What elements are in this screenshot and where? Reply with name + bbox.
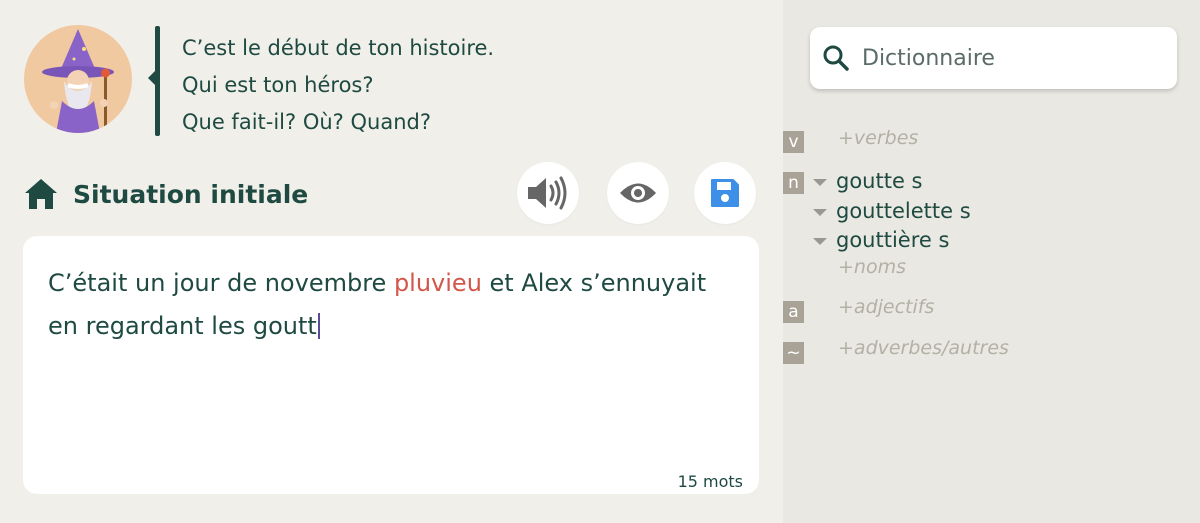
expand-caret-icon[interactable] xyxy=(813,208,827,216)
story-prompt: C’est le début de ton histoire. Qui est … xyxy=(182,30,494,141)
speech-bubble-pointer xyxy=(148,69,157,87)
wizard-avatar xyxy=(24,25,132,133)
expand-caret-icon[interactable] xyxy=(813,237,827,245)
category-badge-verbs: v xyxy=(783,131,804,153)
word-count: 15 mots xyxy=(677,472,743,491)
home-icon xyxy=(25,179,57,209)
dictionary-search[interactable] xyxy=(810,27,1177,89)
section-title: Situation initiale xyxy=(73,179,309,209)
prompt-line: Qui est ton héros? xyxy=(182,73,374,97)
story-text[interactable]: C’était un jour de novembre pluvieu et A… xyxy=(48,262,738,348)
misspelled-word[interactable]: pluvieu xyxy=(394,269,482,297)
speaker-icon xyxy=(528,176,567,210)
preview-button[interactable] xyxy=(607,162,669,224)
section-header: Situation initiale xyxy=(23,174,308,214)
prompt-line: C’est le début de ton histoire. xyxy=(182,36,495,60)
story-editor[interactable]: C’était un jour de novembre pluvieu et A… xyxy=(23,236,759,494)
dictionary-search-input[interactable] xyxy=(862,45,1162,71)
more-adverbs-link[interactable]: +adverbes/autres xyxy=(838,337,1009,359)
dictionary-word[interactable]: gouttière s xyxy=(813,227,949,253)
category-badge-adjectives: a xyxy=(783,301,804,323)
search-icon xyxy=(823,45,849,71)
dictionary-word-label: goutte s xyxy=(836,169,923,193)
story-text-before: C’était un jour de novembre xyxy=(48,269,394,297)
save-button[interactable] xyxy=(694,162,756,224)
eye-icon xyxy=(620,183,656,203)
dictionary-word[interactable]: gouttelette s xyxy=(813,198,971,224)
dictionary-word-label: gouttelette s xyxy=(836,199,971,223)
more-adjectives-link[interactable]: +adjectifs xyxy=(838,296,934,318)
more-nouns-link[interactable]: +noms xyxy=(838,256,906,278)
more-verbs-link[interactable]: +verbes xyxy=(838,127,918,149)
dictionary-word-label: gouttière s xyxy=(836,228,950,252)
category-badge-adverbs: ~ xyxy=(783,342,804,364)
dictionary-word[interactable]: goutte s xyxy=(813,168,923,194)
save-icon xyxy=(711,179,739,207)
category-badge-nouns: n xyxy=(783,172,804,194)
expand-caret-icon[interactable] xyxy=(813,178,827,186)
read-aloud-button[interactable] xyxy=(517,162,579,224)
text-cursor xyxy=(317,313,320,339)
prompt-line: Que fait-il? Où? Quand? xyxy=(182,110,431,134)
